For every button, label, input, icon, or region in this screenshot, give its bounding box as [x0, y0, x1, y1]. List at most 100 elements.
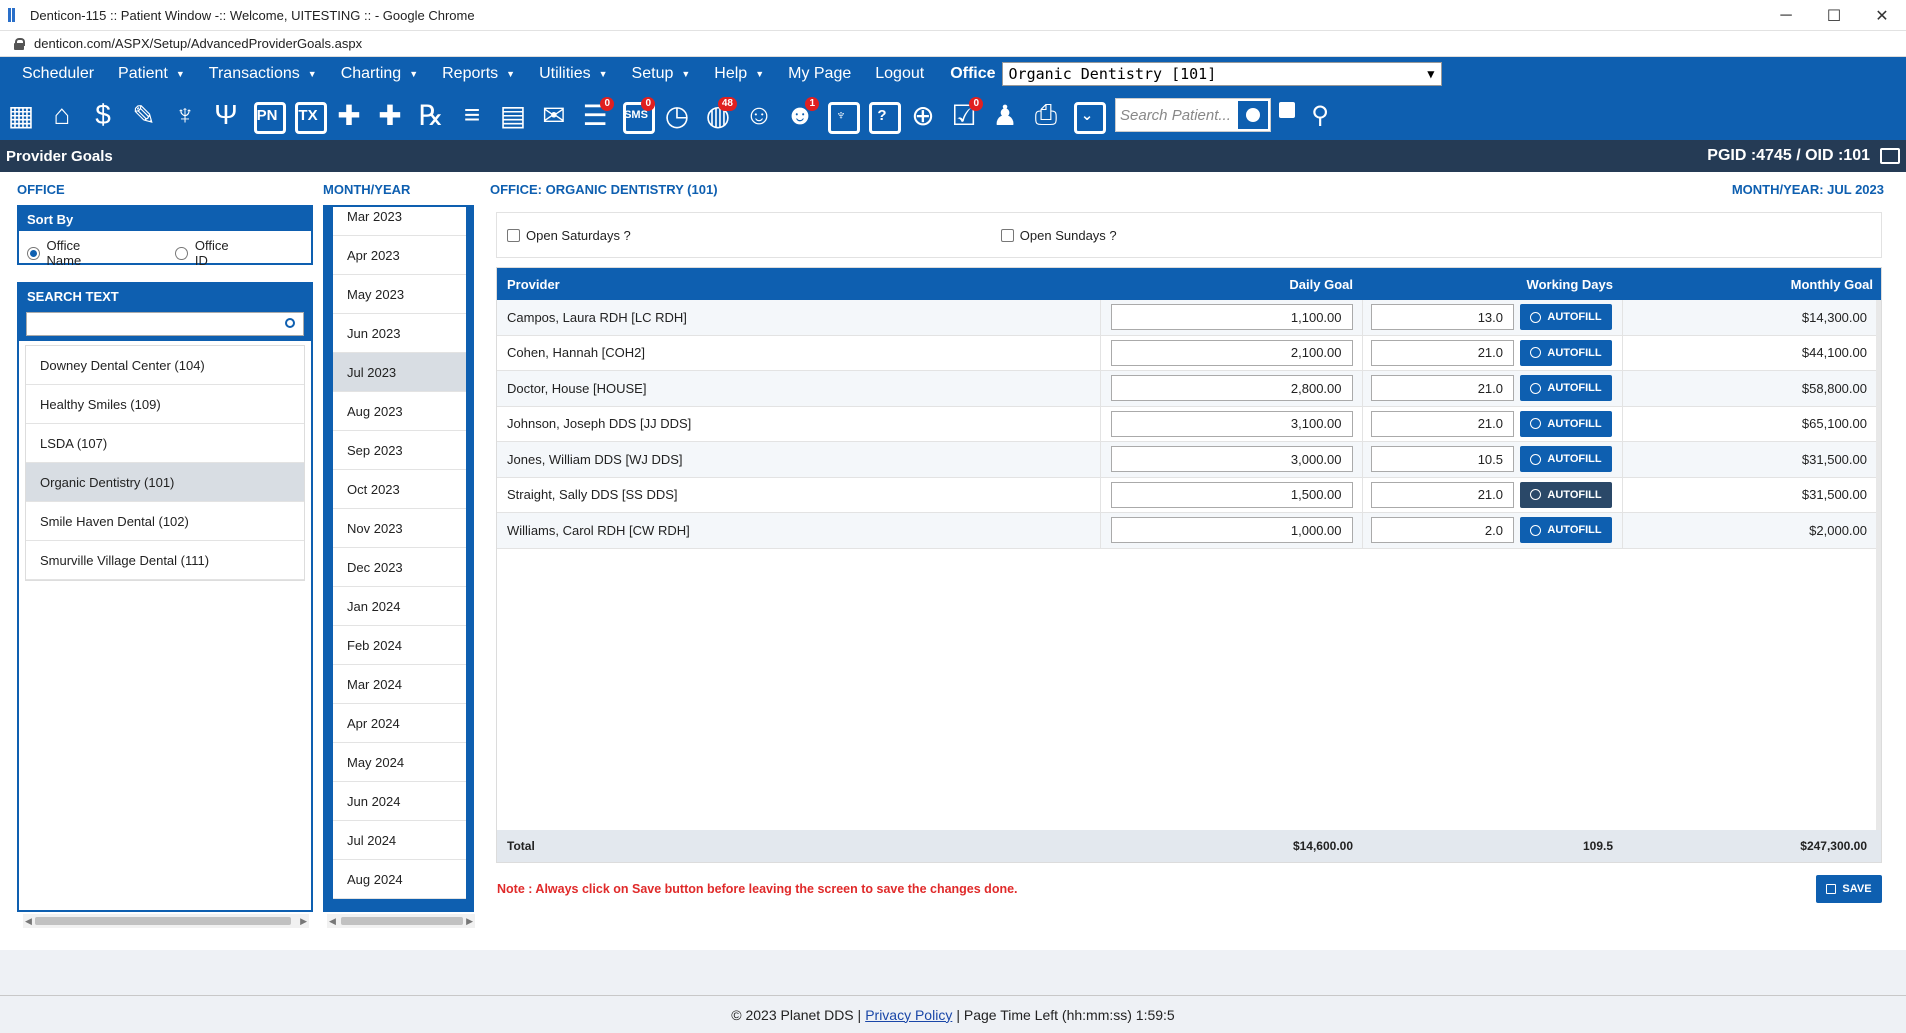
working-days-input[interactable]: 2.0 [1371, 517, 1514, 544]
add-patient-icon[interactable]: ✚ [332, 96, 366, 134]
working-days-input[interactable]: 21.0 [1371, 339, 1514, 366]
privacy-policy-link[interactable]: Privacy Policy [865, 1007, 952, 1023]
open-sundays-checkbox[interactable]: Open Sundays ? [1000, 228, 1117, 243]
working-days-input[interactable]: 21.0 [1371, 410, 1514, 437]
working-days-input[interactable]: 21.0 [1371, 375, 1514, 402]
month-list-item[interactable]: Dec 2023 [333, 548, 466, 587]
month-list-item[interactable]: Jan 2024 [333, 587, 466, 626]
notes-icon[interactable]: ≡ [455, 96, 489, 134]
autofill-button[interactable]: AUTOFILL [1520, 481, 1612, 508]
autofill-button[interactable]: AUTOFILL [1520, 304, 1612, 331]
menu-help[interactable]: Help ▼ [702, 57, 776, 90]
month-list-item[interactable]: May 2024 [333, 743, 466, 782]
office-list-item[interactable]: LSDA (107) [26, 424, 304, 463]
search-patient-input[interactable]: Search Patient... [1115, 98, 1271, 132]
forms-icon[interactable]: ▤ [496, 96, 530, 134]
close-button[interactable]: ✕ [1858, 0, 1906, 31]
tooth-chart-icon[interactable]: ♆ [168, 96, 202, 134]
mail-icon[interactable]: ✉ [537, 96, 571, 134]
daily-goal-input[interactable]: 1,500.00 [1110, 481, 1353, 508]
office-list-item[interactable]: Organic Dentistry (101) [26, 463, 304, 502]
menu-charting[interactable]: Charting ▼ [329, 57, 430, 90]
daily-goal-input[interactable]: 2,100.00 [1110, 339, 1353, 366]
autofill-button[interactable]: AUTOFILL [1520, 339, 1612, 366]
add-family-icon[interactable]: ✚ [373, 96, 407, 134]
treatment-icon[interactable]: TX [291, 96, 327, 134]
working-days-input[interactable]: 21.0 [1371, 481, 1514, 508]
print-icon[interactable] [1880, 148, 1900, 164]
radio-circle[interactable] [27, 246, 40, 260]
address-bar[interactable]: denticon.com/ASPX/Setup/AdvancedProvider… [0, 31, 1906, 57]
month-list-item[interactable]: Jul 2024 [333, 821, 466, 860]
month-list-item[interactable]: May 2023 [333, 275, 466, 314]
menu-reports[interactable]: Reports ▼ [430, 57, 527, 90]
home-icon[interactable]: ⌂ [45, 96, 79, 134]
autofill-button[interactable]: AUTOFILL [1520, 410, 1612, 437]
month-list-item[interactable]: Mar 2023 [333, 207, 466, 236]
advanced-search-icon[interactable]: ⚲ [1303, 96, 1337, 134]
menu-utilities[interactable]: Utilities ▼ [527, 57, 619, 90]
office-list-item[interactable]: Smile Haven Dental (102) [26, 502, 304, 541]
clock-icon[interactable]: ◷ [660, 96, 694, 134]
grid-vscrollbar[interactable] [1876, 300, 1881, 830]
office-list-item[interactable]: Healthy Smiles (109) [26, 385, 304, 424]
tooth-icon[interactable]: ♆ [824, 96, 860, 134]
month-list-item[interactable]: Jun 2023 [333, 314, 466, 353]
month-list-item[interactable]: Aug 2024 [333, 860, 466, 899]
autofill-button[interactable]: AUTOFILL [1520, 375, 1612, 402]
office-list-item[interactable]: Downey Dental Center (104) [26, 346, 304, 385]
month-list-item[interactable]: Jun 2024 [333, 782, 466, 821]
radio-circle[interactable] [175, 246, 188, 260]
autofill-button[interactable]: AUTOFILL [1520, 517, 1612, 544]
online-patients-icon[interactable]: ◍ 48 [701, 96, 737, 134]
month-list-item[interactable]: Jul 2023 [333, 353, 466, 392]
daily-goal-input[interactable]: 1,000.00 [1110, 517, 1353, 544]
calendar-icon[interactable]: ▦ [4, 96, 38, 134]
alerts-icon[interactable]: ☻ 1 [783, 96, 819, 134]
menu-transactions[interactable]: Transactions ▼ [197, 57, 329, 90]
daily-goal-input[interactable]: 1,100.00 [1110, 304, 1353, 331]
progress-notes-icon[interactable]: PN [250, 96, 286, 134]
menu-setup[interactable]: Setup ▼ [620, 57, 703, 90]
support-icon[interactable]: ☺ [742, 96, 776, 134]
open-saturdays-checkbox[interactable]: Open Saturdays ? [507, 228, 631, 243]
month-list-item[interactable]: Oct 2023 [333, 470, 466, 509]
patient-search-icon[interactable] [1236, 99, 1270, 131]
sms-icon[interactable]: SMS 0 [619, 96, 655, 134]
prescription-icon[interactable]: ℞ [414, 96, 448, 134]
month-list-item[interactable]: Feb 2024 [333, 626, 466, 665]
url-text[interactable]: denticon.com/ASPX/Setup/AdvancedProvider… [34, 36, 362, 51]
daily-goal-input[interactable]: 3,000.00 [1110, 446, 1353, 473]
messages-icon[interactable]: ☰ 0 [578, 96, 614, 134]
daily-goal-input[interactable]: 2,800.00 [1110, 375, 1353, 402]
menu-scheduler[interactable]: Scheduler [10, 57, 106, 90]
month-list-item[interactable]: Nov 2023 [333, 509, 466, 548]
help-icon[interactable]: ? [865, 96, 901, 134]
maximize-button[interactable]: ☐ [1810, 0, 1858, 31]
month-list-item[interactable]: Sep 2023 [333, 431, 466, 470]
printer-icon[interactable]: ⎙ [1029, 96, 1063, 134]
save-button[interactable]: SAVE [1816, 875, 1882, 903]
menu-patient[interactable]: Patient ▼ [106, 57, 197, 90]
working-days-input[interactable]: 13.0 [1371, 304, 1514, 331]
office-list-hscrollbar[interactable]: ◀ ▶ [23, 914, 309, 928]
daily-goal-input[interactable]: 3,100.00 [1110, 410, 1353, 437]
dollar-icon[interactable]: $ [86, 96, 120, 134]
office-search-input[interactable] [26, 312, 304, 336]
office-select[interactable]: Organic Dentistry [101] ▼ [1001, 61, 1442, 86]
search-icon[interactable] [285, 318, 295, 328]
autofill-button[interactable]: AUTOFILL [1520, 446, 1612, 473]
menu-logout[interactable]: Logout [863, 57, 936, 90]
checkbox-box[interactable] [507, 228, 520, 242]
month-list-hscrollbar[interactable]: ◀ ▶ [327, 914, 475, 928]
perio-icon[interactable]: Ψ [209, 96, 243, 134]
month-list-item[interactable]: Aug 2023 [333, 392, 466, 431]
checkbox-box[interactable] [1000, 228, 1014, 242]
minimize-button[interactable]: ─ [1762, 0, 1810, 31]
collapse-icon[interactable]: ⌄ [1070, 96, 1106, 134]
office-list-item[interactable]: Smurville Village Dental (111) [26, 541, 304, 580]
toolbar-checkbox[interactable] [1279, 102, 1295, 118]
staff-icon[interactable]: ♟ [988, 96, 1022, 134]
sort-by-office-id-radio[interactable]: Office ID [175, 238, 243, 268]
sort-by-office-name-radio[interactable]: Office Name [27, 238, 115, 268]
